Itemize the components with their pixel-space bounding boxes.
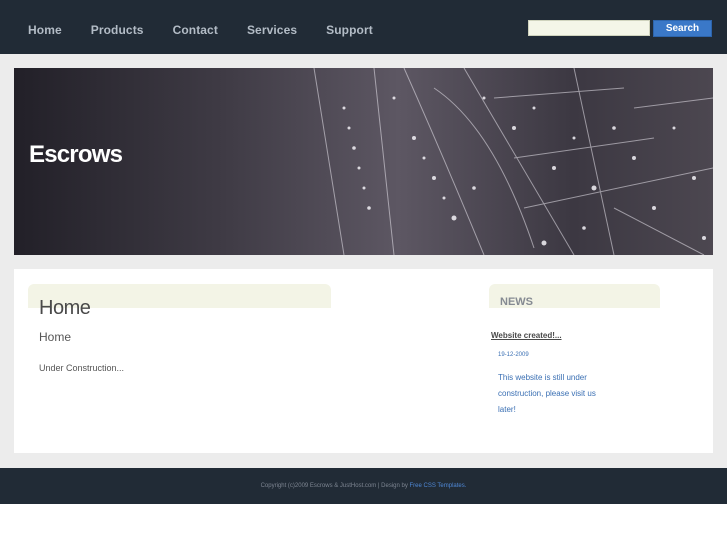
main-nav: Home Products Contact Services Support [28,21,402,39]
footer-copyright: Copyright (c)2009 Escrows & JustHost.com… [0,483,727,489]
footer: Copyright (c)2009 Escrows & JustHost.com… [0,468,727,504]
nav-link-contact[interactable]: Contact [173,23,218,37]
banner-title: Escrows [29,141,123,168]
news-heading: NEWS [500,296,533,308]
nav-item-contact: Contact [173,21,218,39]
search-button[interactable]: Search [653,20,712,37]
nav-link-products[interactable]: Products [91,23,144,37]
footer-design-link[interactable]: Free CSS Templates. [410,483,467,489]
nav-item-home: Home [28,21,62,39]
page-title: Home [39,297,91,319]
nav-item-services: Services [247,21,297,39]
nav-link-services[interactable]: Services [247,23,297,37]
page-body-text: Under Construction... [39,363,125,373]
page-subtitle: Home [39,330,72,344]
nav-item-products: Products [91,21,144,39]
news-item-text: This website is still under construction… [498,373,596,414]
nav-item-support: Support [326,21,373,39]
nav-link-support[interactable]: Support [326,23,373,37]
news-item-date: 19-12-2009 [498,352,529,358]
footer-copyright-text: Copyright (c)2009 Escrows & JustHost.com… [260,483,408,489]
content-panel: Home Home Under Construction... NEWS Web… [14,269,713,453]
top-navigation-bar: Home Products Contact Services Support S… [0,0,727,54]
nav-link-home[interactable]: Home [28,23,62,37]
header-banner: Escrows [14,68,713,255]
news-item-link[interactable]: Website created!... [491,331,562,340]
search-input[interactable] [528,20,650,36]
